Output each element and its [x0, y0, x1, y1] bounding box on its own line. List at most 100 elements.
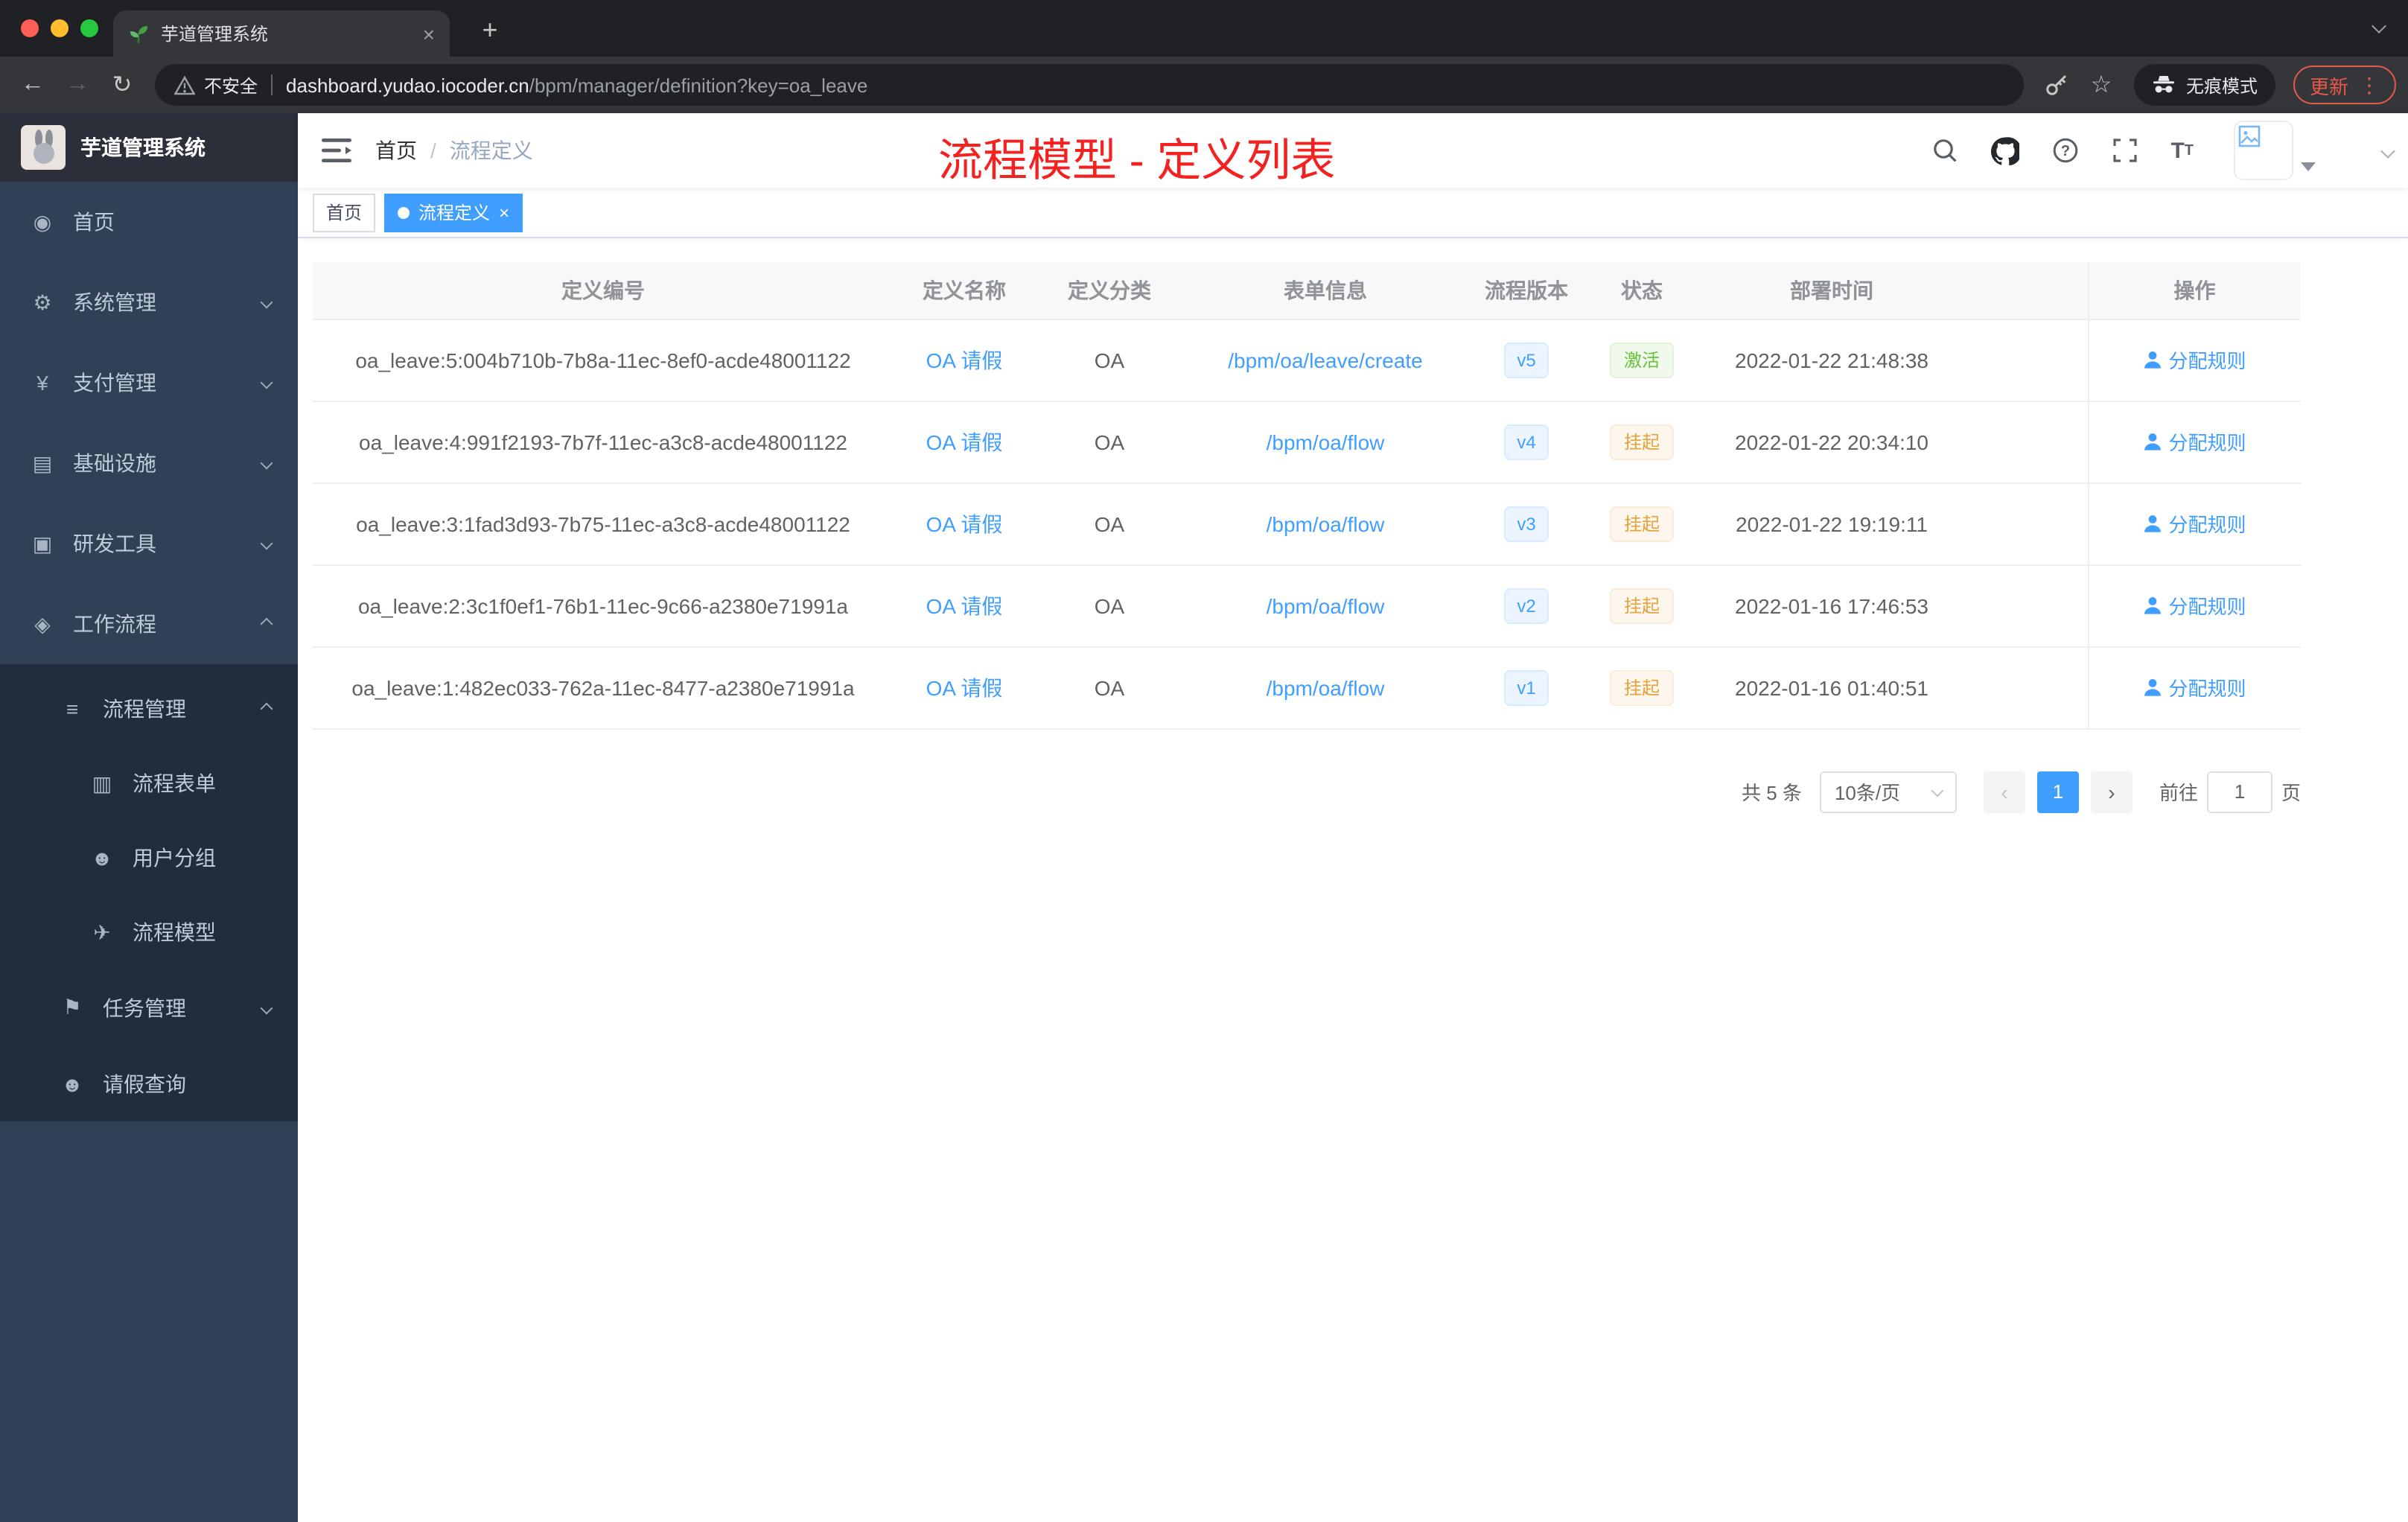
- form-link[interactable]: /bpm/oa/flow: [1267, 430, 1385, 453]
- form-link[interactable]: /bpm/oa/flow: [1267, 593, 1385, 617]
- yen-icon: ¥: [36, 371, 48, 395]
- sidebar-item-leave-query[interactable]: ☻ 请假查询: [0, 1045, 298, 1121]
- table-row: oa_leave:5:004b710b-7b8a-11ec-8ef0-acde4…: [313, 319, 2301, 401]
- avatar-dropdown[interactable]: [2234, 121, 2316, 180]
- tab-search-chevron-icon[interactable]: [2372, 19, 2386, 34]
- tag-home[interactable]: 首页: [313, 193, 376, 232]
- main-area: 首页 / 流程定义 流程模型 - 定义列表 ? T T 首页 流程定义 × 定义…: [298, 113, 2408, 1522]
- password-key-icon[interactable]: [2036, 64, 2077, 106]
- sidebar-item-workflow[interactable]: ◈ 工作流程: [0, 584, 298, 664]
- cell-category: OA: [1035, 483, 1184, 565]
- home-icon: ◉: [33, 209, 52, 233]
- help-icon[interactable]: ?: [2035, 137, 2095, 164]
- zoom-window-button[interactable]: [80, 19, 98, 37]
- list-icon: ≡: [66, 696, 79, 720]
- header-definition-id: 定义编号: [313, 262, 894, 319]
- definition-name-link[interactable]: OA 请假: [926, 675, 1003, 699]
- user-icon: [2144, 433, 2162, 450]
- definition-name-link[interactable]: OA 请假: [926, 512, 1003, 535]
- minimize-window-button[interactable]: [51, 19, 69, 37]
- github-icon[interactable]: [1974, 136, 2035, 165]
- table-row: oa_leave:3:1fad3d93-7b75-11ec-a3c8-acde4…: [313, 483, 2301, 565]
- avatar: [2234, 121, 2293, 180]
- next-page-button[interactable]: ›: [2090, 771, 2133, 812]
- cell-filler: [1966, 646, 2088, 729]
- version-badge: v4: [1503, 424, 1549, 459]
- assign-rule-link[interactable]: 分配规则: [2143, 427, 2246, 456]
- header-deploy-time: 部署时间: [1698, 262, 1966, 319]
- chevron-down-icon: [260, 456, 273, 470]
- version-badge: v3: [1503, 506, 1549, 541]
- sidebar-item-system[interactable]: ⚙ 系统管理: [0, 262, 298, 343]
- definition-name-link[interactable]: OA 请假: [926, 348, 1003, 372]
- security-chip[interactable]: 不安全: [174, 72, 258, 98]
- breadcrumb-current: 流程定义: [449, 138, 533, 162]
- fullscreen-icon[interactable]: [2095, 137, 2154, 164]
- incognito-badge: 无痕模式: [2133, 64, 2275, 106]
- forward-button[interactable]: →: [57, 64, 98, 106]
- header-process-version: 流程版本: [1467, 262, 1586, 319]
- form-link[interactable]: /bpm/oa/flow: [1267, 512, 1385, 535]
- browser-tab[interactable]: 芋道管理系统 ×: [113, 10, 450, 57]
- sidebar-item-task-manage[interactable]: ⚑ 任务管理: [0, 969, 298, 1045]
- chevron-down-icon: [260, 537, 273, 550]
- close-window-button[interactable]: [21, 19, 39, 37]
- assign-rule-link[interactable]: 分配规则: [2143, 346, 2246, 374]
- sidebar-item-user-group[interactable]: ☻ 用户分组: [0, 821, 298, 895]
- pagination-goto: 前往 页: [2159, 771, 2301, 812]
- header-filler: [1966, 262, 2088, 319]
- status-badge: 挂起: [1610, 669, 1673, 705]
- table-row: oa_leave:2:3c1f0ef1-76b1-11ec-9c66-a2380…: [313, 564, 2301, 647]
- sidebar-item-home[interactable]: ◉ 首页: [0, 182, 298, 262]
- gear-icon: ⚙: [33, 290, 52, 313]
- sidebar-item-payment[interactable]: ¥ 支付管理: [0, 343, 298, 423]
- sidebar-item-devtools[interactable]: ▣ 研发工具: [0, 503, 298, 584]
- goto-unit-label: 页: [2281, 782, 2301, 804]
- sidebar-logo[interactable]: 芋道管理系统: [0, 113, 298, 182]
- tag-close-icon[interactable]: ×: [499, 203, 509, 221]
- new-tab-button[interactable]: +: [471, 10, 509, 49]
- favicon-icon: [130, 25, 147, 42]
- assign-rule-link[interactable]: 分配规则: [2143, 509, 2246, 538]
- page-annotation-title: 流程模型 - 定义列表: [938, 137, 1336, 186]
- people-icon: ☻: [91, 846, 113, 870]
- bookmark-star-icon[interactable]: ☆: [2080, 64, 2122, 106]
- page-number-button[interactable]: 1: [2036, 771, 2079, 812]
- cell-deploy-time: 2022-01-22 20:34:10: [1698, 401, 1966, 483]
- reload-button[interactable]: ↻: [101, 64, 143, 106]
- goto-page-input[interactable]: [2206, 771, 2272, 812]
- assign-rule-link[interactable]: 分配规则: [2143, 591, 2246, 620]
- breadcrumb-home[interactable]: 首页: [375, 136, 417, 165]
- cell-deploy-time: 2022-01-16 17:46:53: [1698, 564, 1966, 647]
- assign-rule-link[interactable]: 分配规则: [2143, 673, 2246, 701]
- sidebar-item-process-model[interactable]: ✈ 流程模型: [0, 895, 298, 969]
- search-icon[interactable]: [1914, 137, 1974, 164]
- page-size-select[interactable]: 10条/页: [1819, 771, 1957, 812]
- browser-tabstrip: 芋道管理系统 × +: [0, 0, 2408, 57]
- sidebar-item-process-manage[interactable]: ≡ 流程管理: [0, 670, 298, 746]
- browser-menu-icon[interactable]: ⋮: [2359, 72, 2380, 98]
- security-label: 不安全: [204, 75, 258, 96]
- screen: 芋道管理系统 × + ← → ↻ 不安全 dashboard.yudao.ioc…: [0, 0, 2408, 1522]
- tab-close-icon[interactable]: ×: [423, 23, 435, 44]
- broken-image-icon: [2238, 125, 2261, 147]
- form-link[interactable]: /bpm/oa/flow: [1267, 675, 1385, 699]
- chevron-down-icon: [260, 376, 273, 389]
- browser-update-button[interactable]: 更新 ⋮: [2293, 66, 2396, 104]
- person-icon: ☻: [61, 1072, 83, 1095]
- definition-name-link[interactable]: OA 请假: [926, 593, 1003, 617]
- prev-page-button[interactable]: ‹: [1983, 771, 2025, 812]
- definition-name-link[interactable]: OA 请假: [926, 430, 1003, 453]
- tag-process-definition[interactable]: 流程定义 ×: [384, 193, 523, 232]
- sidebar-item-process-form[interactable]: ▥ 流程表单: [0, 746, 298, 821]
- address-bar[interactable]: 不安全 dashboard.yudao.iocoder.cn/bpm/manag…: [155, 64, 2024, 106]
- version-badge: v2: [1503, 588, 1549, 623]
- hamburger-button[interactable]: [298, 137, 375, 164]
- font-size-icon[interactable]: TT: [2154, 138, 2210, 163]
- tab-title: 芋道管理系统: [161, 24, 269, 45]
- back-button[interactable]: ←: [12, 64, 54, 106]
- cell-filler: [1966, 401, 2088, 483]
- sidebar-item-infrastructure[interactable]: ▤ 基础设施: [0, 423, 298, 503]
- form-link[interactable]: /bpm/oa/leave/create: [1228, 348, 1423, 372]
- chevron-down-icon: [1931, 783, 1944, 797]
